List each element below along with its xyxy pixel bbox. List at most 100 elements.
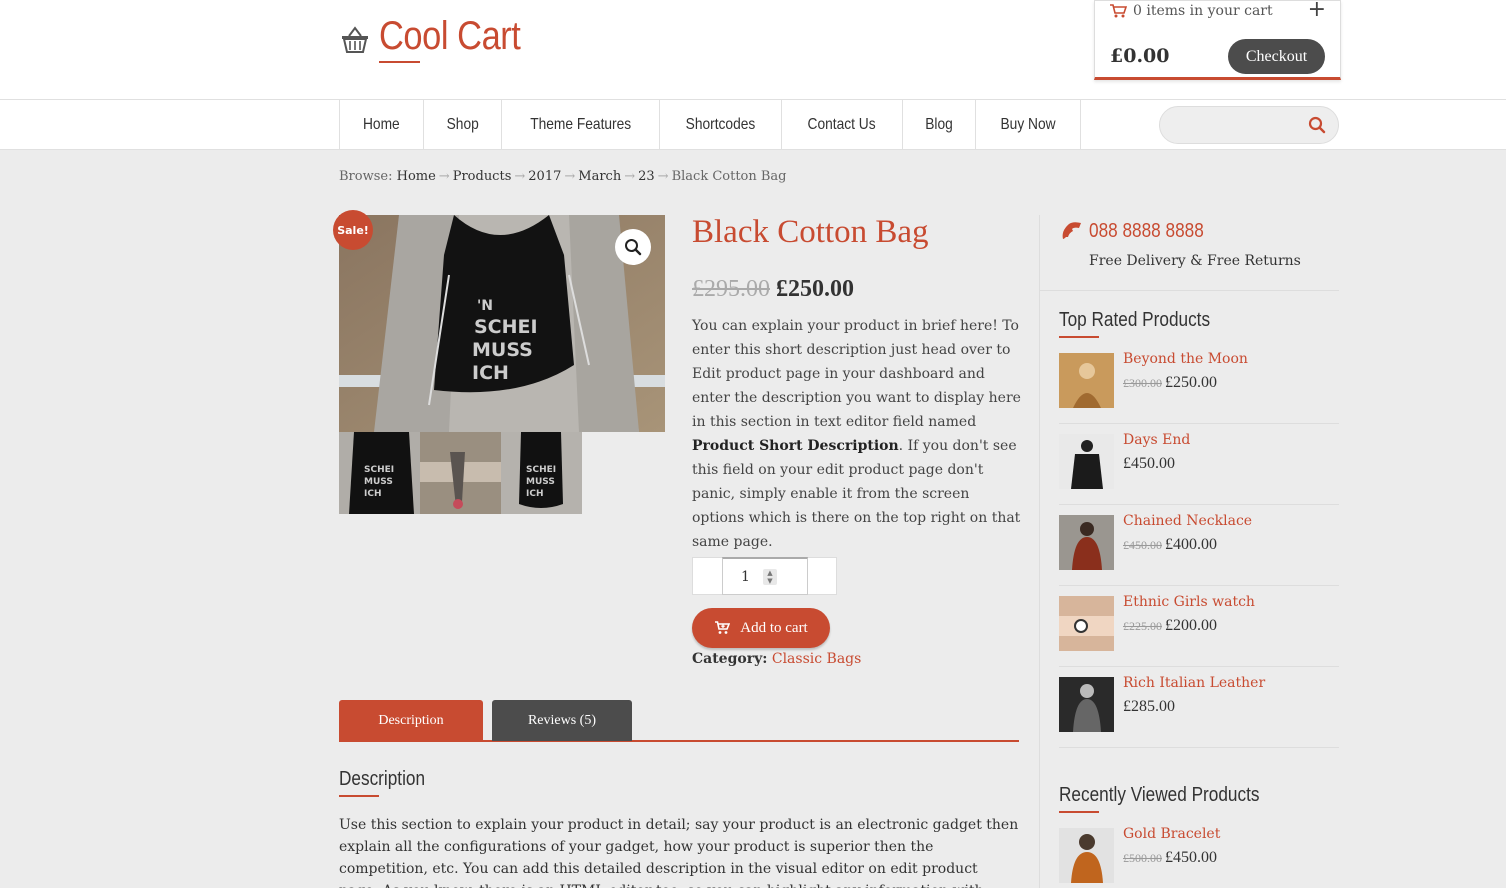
svg-text:MUSS: MUSS — [472, 339, 533, 361]
quantity-input[interactable]: 1 ▲ ▼ — [722, 557, 808, 595]
main-navigation: Home Shop Theme Features Shortcodes Contact … — [0, 100, 1506, 150]
current-price: £450.00 — [1165, 849, 1217, 866]
nav-item-home[interactable]: Home — [340, 100, 424, 150]
cart-items-count: 0 items in your cart — [1133, 3, 1273, 19]
product-thumbnails: SCHEI MUSS ICH SCHEI MUSS ICH — [339, 432, 582, 514]
heading-underline — [339, 795, 379, 797]
product-name-link[interactable]: Days End — [1123, 432, 1190, 448]
search-input[interactable] — [1159, 106, 1339, 144]
spinner-icon[interactable]: ▲ ▼ — [763, 569, 777, 585]
product-list-item[interactable]: Rich Italian Leather £285.00 — [1059, 667, 1339, 748]
current-price: £400.00 — [1165, 536, 1217, 553]
site-logo[interactable]: Cool Cart — [339, 14, 543, 59]
nav-item-contact-us[interactable]: Contact Us — [782, 100, 903, 150]
current-price: £450.00 — [1123, 455, 1175, 472]
nav-item-label: Shop — [446, 116, 479, 133]
breadcrumb-current: Black Cotton Bag — [671, 169, 787, 184]
breadcrumb: Browse: Home → Products → 2017 → March → 23 → Blac… — [339, 169, 787, 184]
site-title[interactable]: Cool Cart — [379, 14, 521, 59]
nav-item-theme-features[interactable]: Theme Features — [502, 100, 661, 150]
product-list-item[interactable]: Days End £450.00 — [1059, 424, 1339, 505]
old-price: £300.00 — [1123, 376, 1162, 390]
sidebar-separator — [1039, 290, 1339, 291]
product-short-description: You can explain your product in brief he… — [692, 314, 1022, 554]
old-price: £450.00 — [1123, 538, 1162, 552]
add-to-cart-label: Add to cart — [740, 619, 808, 636]
old-price: £500.00 — [1123, 851, 1162, 865]
cart-icon — [715, 621, 731, 634]
product-name-link[interactable]: Beyond the Moon — [1123, 351, 1248, 367]
product-tabs: Description Reviews (5) — [339, 699, 1019, 742]
nav-item-blog[interactable]: Blog — [903, 100, 976, 150]
add-to-cart-button[interactable]: Add to cart — [692, 608, 830, 648]
tab-description[interactable]: Description — [339, 700, 483, 741]
svg-text:MUSS: MUSS — [526, 477, 555, 487]
product-thumbnail[interactable]: SCHEI MUSS ICH — [501, 432, 582, 514]
cart-icon — [1110, 4, 1127, 18]
product-price: £225.00 £200.00 — [1123, 617, 1217, 635]
logo-underline — [379, 61, 420, 63]
svg-text:MUSS: MUSS — [364, 477, 393, 487]
breadcrumb-day[interactable]: 23 — [638, 169, 655, 184]
product-list-item[interactable]: Beyond the Moon £300.00 £250.00 — [1059, 343, 1339, 424]
product-thumbnail[interactable] — [1059, 434, 1114, 489]
product-list-item[interactable]: Ethnic Girls watch £225.00 £200.00 — [1059, 586, 1339, 667]
mini-cart: 0 items in your cart + £0.00 Checkout — [1094, 0, 1341, 80]
checkout-button[interactable]: Checkout — [1228, 39, 1325, 74]
search-icon[interactable] — [1308, 116, 1326, 134]
top-rated-list: Beyond the Moon £300.00 £250.00 Days End £45… — [1059, 343, 1339, 748]
recently-viewed-list: Gold Bracelet £500.00 £450.00 — [1059, 818, 1339, 888]
product-name-link[interactable]: Gold Bracelet — [1123, 826, 1220, 842]
product-name-link[interactable]: Chained Necklace — [1123, 513, 1252, 529]
nav-item-label: Theme Features — [530, 116, 632, 133]
product-name-link[interactable]: Ethnic Girls watch — [1123, 594, 1255, 610]
product-list-item[interactable]: Chained Necklace £450.00 £400.00 — [1059, 505, 1339, 586]
product-price: £500.00 £450.00 — [1123, 849, 1217, 867]
product-list-item[interactable]: Gold Bracelet £500.00 £450.00 — [1059, 818, 1339, 888]
sidebar-divider — [1039, 215, 1040, 888]
breadcrumb-year[interactable]: 2017 — [528, 169, 561, 184]
recently-viewed-title: Recently Viewed Products — [1059, 784, 1260, 806]
nav-item-shortcodes[interactable]: Shortcodes — [660, 100, 783, 150]
short-desc-bold: Product Short Description — [692, 438, 899, 454]
product-price: £450.00 — [1123, 455, 1175, 473]
product-name-link[interactable]: Rich Italian Leather — [1123, 675, 1265, 691]
tab-reviews[interactable]: Reviews (5) — [492, 700, 632, 741]
current-price: £285.00 — [1123, 698, 1175, 715]
old-price: £295.00 — [692, 276, 770, 302]
product-thumbnail[interactable] — [1059, 677, 1114, 732]
breadcrumb-month[interactable]: March — [578, 169, 621, 184]
description-heading: Description — [339, 768, 426, 790]
svg-text:SCHEI: SCHEI — [526, 465, 556, 475]
nav-item-label: Shortcodes — [686, 116, 756, 133]
svg-text:'N: 'N — [477, 298, 493, 314]
category-link[interactable]: Classic Bags — [772, 651, 861, 667]
product-thumbnail[interactable] — [1059, 828, 1114, 883]
product-category: Category: Classic Bags — [692, 651, 861, 667]
product-thumbnail[interactable] — [1059, 353, 1114, 408]
old-price: £225.00 — [1123, 619, 1162, 633]
widget-underline — [1059, 336, 1099, 338]
breadcrumb-products[interactable]: Products — [453, 169, 512, 184]
product-thumbnail[interactable] — [1059, 515, 1114, 570]
cart-total: £0.00 — [1110, 45, 1170, 67]
product-title: Black Cotton Bag — [692, 214, 929, 250]
basket-icon — [342, 25, 368, 53]
nav-item-shop[interactable]: Shop — [424, 100, 503, 150]
product-thumbnail[interactable] — [420, 432, 501, 514]
plus-icon[interactable]: + — [1308, 0, 1326, 22]
product-thumbnail[interactable]: SCHEI MUSS ICH — [339, 432, 420, 514]
svg-text:ICH: ICH — [526, 489, 544, 499]
nav-item-label: Home — [362, 116, 400, 133]
breadcrumb-prefix: Browse: — [339, 169, 393, 184]
nav-item-buy-now[interactable]: Buy Now — [976, 100, 1081, 150]
product-thumbnail[interactable] — [1059, 596, 1114, 651]
breadcrumb-home[interactable]: Home — [397, 169, 436, 184]
short-desc-text-2: . If you don't see this field on your ed… — [692, 438, 1021, 550]
phone-number[interactable]: 088 8888 8888 — [1089, 220, 1204, 243]
sale-badge: Sale! — [333, 210, 373, 250]
svg-text:ICH: ICH — [364, 489, 382, 499]
quantity-stepper[interactable]: 1 ▲ ▼ — [692, 557, 837, 595]
nav-menu: Home Shop Theme Features Shortcodes Contact … — [339, 100, 1081, 150]
zoom-icon[interactable] — [615, 229, 651, 265]
